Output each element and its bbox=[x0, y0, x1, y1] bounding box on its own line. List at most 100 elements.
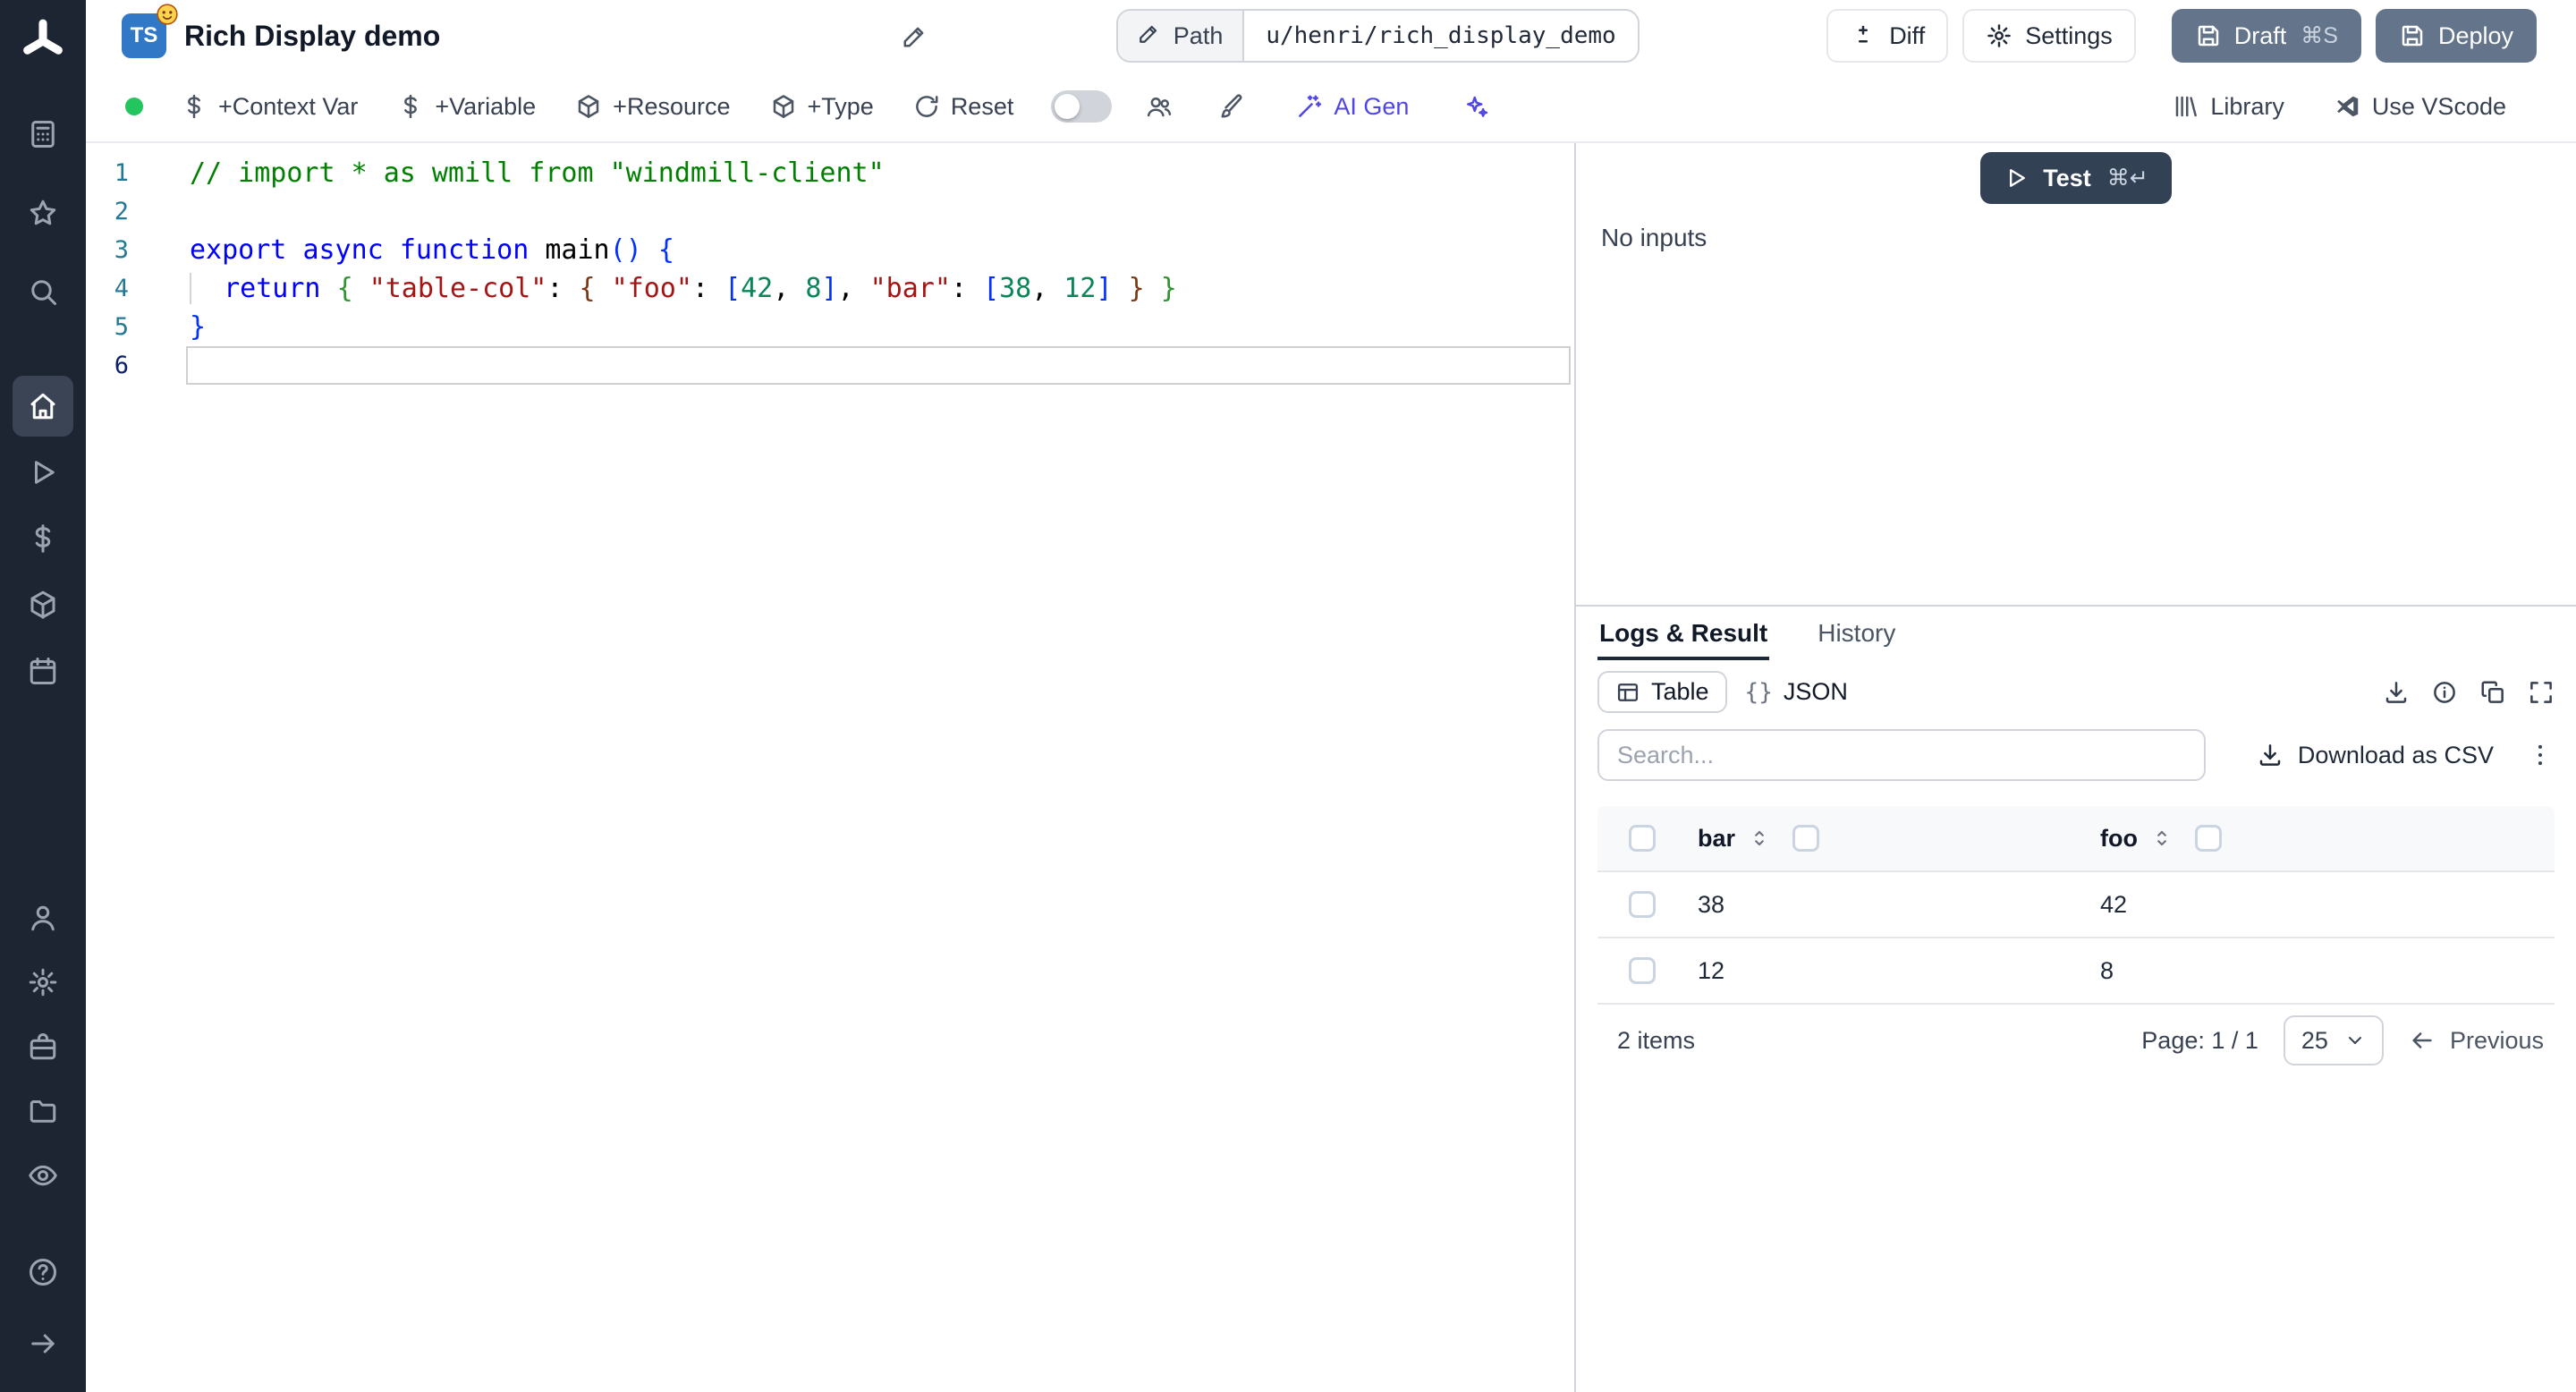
toggle-knob bbox=[1055, 94, 1080, 119]
row-checkbox[interactable] bbox=[1629, 957, 1656, 984]
sidebar-item-settings[interactable] bbox=[13, 955, 73, 1009]
add-variable-button[interactable]: +Variable bbox=[377, 93, 555, 121]
sidebar-item-help[interactable] bbox=[13, 1245, 73, 1299]
line-number: 3 bbox=[114, 236, 129, 264]
table-header-row: bar foo bbox=[1597, 806, 2555, 872]
multiplayer-button[interactable] bbox=[1130, 93, 1189, 120]
page-size-select[interactable]: 25 bbox=[2283, 1015, 2384, 1065]
deploy-label: Deploy bbox=[2437, 21, 2514, 49]
tab-logs-result[interactable]: Logs & Result bbox=[1597, 612, 1770, 660]
library-button[interactable]: Library bbox=[2153, 93, 2304, 121]
draft-shortcut: ⌘S bbox=[2301, 23, 2338, 48]
view-json-button[interactable]: {} JSON bbox=[1727, 671, 1866, 713]
code-text: } bbox=[190, 311, 207, 343]
add-context-var-button[interactable]: +Context Var bbox=[161, 93, 377, 121]
ai-sparkles-button[interactable] bbox=[1446, 93, 1505, 120]
info-icon[interactable] bbox=[2431, 679, 2458, 706]
braces-icon: {} bbox=[1744, 678, 1773, 706]
tab-history[interactable]: History bbox=[1816, 612, 1897, 660]
topbar: TS Rich Display demo Path u/henri/rich_d… bbox=[86, 0, 2576, 72]
help-icon bbox=[27, 1256, 59, 1288]
result-tabs: Logs & Result History bbox=[1597, 612, 2555, 660]
play-icon bbox=[2004, 166, 2029, 191]
settings-button[interactable]: Settings bbox=[1962, 9, 2136, 63]
deploy-button[interactable]: Deploy bbox=[2375, 9, 2538, 63]
table-row[interactable]: 12 8 bbox=[1597, 938, 2555, 1005]
ai-gen-button[interactable]: AI Gen bbox=[1276, 93, 1428, 121]
sidebar-item-apps[interactable] bbox=[13, 107, 73, 161]
code-editor[interactable]: 1 // import * as wmill from "windmill-cli… bbox=[86, 143, 1576, 1392]
column-header-foo: foo bbox=[2100, 824, 2138, 852]
sidebar-item-variables[interactable] bbox=[13, 508, 73, 569]
sidebar-item-home[interactable] bbox=[13, 376, 73, 437]
sort-bar-icon[interactable] bbox=[1748, 827, 1771, 850]
sidebar-item-expand-sidebar[interactable] bbox=[13, 1317, 73, 1371]
sort-foo-icon[interactable] bbox=[2150, 827, 2174, 850]
use-vscode-button[interactable]: Use VScode bbox=[2315, 93, 2526, 121]
line-number: 4 bbox=[114, 275, 129, 302]
view-json-label: JSON bbox=[1783, 678, 1848, 705]
sidebar-item-runs[interactable] bbox=[13, 442, 73, 503]
format-button[interactable] bbox=[1203, 93, 1262, 120]
edit-path-button[interactable]: Path bbox=[1117, 11, 1245, 61]
reset-icon bbox=[913, 93, 940, 120]
add-resource-button[interactable]: +Resource bbox=[555, 93, 750, 121]
select-all-checkbox[interactable] bbox=[1629, 825, 1656, 852]
row-checkbox[interactable] bbox=[1629, 891, 1656, 918]
view-table-button[interactable]: Table bbox=[1597, 671, 1727, 713]
test-button[interactable]: Test ⌘↵ bbox=[1980, 152, 2172, 204]
cell-foo: 42 bbox=[2100, 890, 2128, 918]
column-checkbox-foo[interactable] bbox=[2194, 825, 2222, 852]
draft-button[interactable]: Draft ⌘S bbox=[2171, 9, 2361, 63]
cell-bar: 12 bbox=[1698, 956, 1725, 984]
download-csv-button[interactable]: Download as CSV bbox=[2257, 742, 2494, 769]
column-checkbox-bar[interactable] bbox=[1792, 825, 1820, 852]
add-type-button[interactable]: +Type bbox=[750, 93, 894, 121]
play-icon bbox=[27, 456, 59, 488]
code-line-2[interactable]: 2 bbox=[86, 192, 1574, 231]
emoji-face-icon bbox=[156, 3, 179, 26]
chevron-down-icon bbox=[2344, 1030, 2366, 1051]
copy-icon[interactable] bbox=[2479, 679, 2506, 706]
vscode-label: Use VScode bbox=[2371, 92, 2506, 120]
sidebar-item-workers[interactable] bbox=[13, 1020, 73, 1074]
app-window: TS Rich Display demo Path u/henri/rich_d… bbox=[0, 0, 2576, 1392]
right-panel: Test ⌘↵ No inputs Logs & Result History bbox=[1576, 143, 2576, 1392]
code-line-4[interactable]: 4 return { "table-col": { "foo": [42, 8]… bbox=[86, 269, 1574, 308]
sidebar-item-search[interactable] bbox=[13, 265, 73, 318]
cell-bar: 38 bbox=[1698, 890, 1725, 918]
search-input[interactable] bbox=[1597, 729, 2206, 781]
sidebar-item-audit-logs[interactable] bbox=[13, 1149, 73, 1202]
deploy-icon bbox=[2399, 22, 2426, 49]
column-header-bar: bar bbox=[1698, 824, 1736, 852]
code-line-6[interactable]: 6 bbox=[86, 346, 1574, 385]
collab-toggle[interactable] bbox=[1051, 90, 1113, 123]
vscode-icon bbox=[2334, 93, 2361, 120]
expand-icon[interactable] bbox=[2528, 679, 2555, 706]
code-line-1[interactable]: 1 // import * as wmill from "windmill-cli… bbox=[86, 154, 1574, 192]
table-row[interactable]: 38 42 bbox=[1597, 872, 2555, 938]
sidebar-item-folders[interactable] bbox=[13, 1084, 73, 1138]
sidebar-item-users[interactable] bbox=[13, 891, 73, 945]
sidebar-group bbox=[13, 107, 73, 318]
edit-title-icon[interactable] bbox=[902, 22, 928, 49]
sparkles-icon bbox=[1462, 93, 1489, 120]
sidebar-item-schedules[interactable] bbox=[13, 641, 73, 701]
code-line-3[interactable]: 3 export async function main() { bbox=[86, 231, 1574, 269]
path-value[interactable]: u/henri/rich_display_demo bbox=[1244, 11, 1637, 61]
previous-page-button[interactable]: Previous bbox=[2409, 1027, 2544, 1055]
windmill-logo-icon[interactable] bbox=[16, 14, 70, 68]
code-line-5[interactable]: 5} bbox=[86, 308, 1574, 346]
sidebar-groups bbox=[0, 68, 86, 1392]
diff-button[interactable]: Diff bbox=[1826, 9, 1949, 63]
table-menu-button[interactable] bbox=[2526, 741, 2555, 769]
search-icon bbox=[27, 276, 59, 308]
reset-button[interactable]: Reset bbox=[894, 93, 1034, 121]
sidebar-item-favorites[interactable] bbox=[13, 186, 73, 240]
download-result-icon[interactable] bbox=[2383, 679, 2410, 706]
sidebar-item-resources[interactable] bbox=[13, 574, 73, 635]
typescript-badge: TS bbox=[122, 4, 178, 58]
resource-label: +Resource bbox=[613, 92, 731, 120]
view-table-label: Table bbox=[1651, 678, 1709, 705]
